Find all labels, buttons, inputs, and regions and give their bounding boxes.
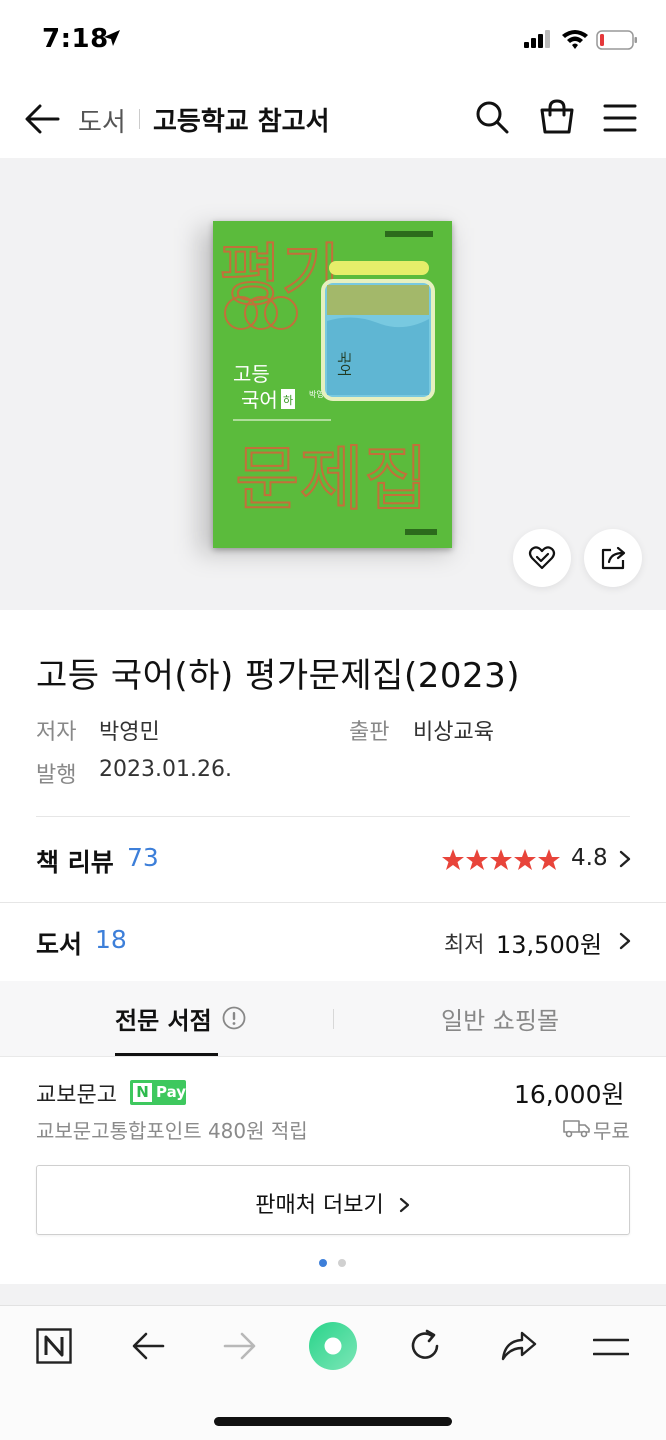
- cover-text-bottom: 문제집: [235, 438, 428, 520]
- star-icon: [442, 849, 464, 870]
- battery-icon: [596, 30, 638, 54]
- reviews-count: 73: [127, 843, 159, 872]
- more-sellers-label: 판매처 더보기: [37, 1187, 629, 1219]
- seller-price: 16,000원: [514, 1080, 625, 1109]
- cover-badge: 하: [283, 393, 293, 407]
- forward-icon[interactable]: [223, 1331, 257, 1365]
- author-label: 저자: [36, 720, 77, 745]
- menu-icon[interactable]: [603, 102, 637, 138]
- cover-subject-2: 국어: [241, 388, 278, 412]
- breadcrumb-divider: [139, 109, 140, 129]
- star-icon: [490, 849, 512, 870]
- cover-subject-1: 고등: [233, 362, 270, 386]
- home-indicator: [214, 1417, 452, 1426]
- date-label: 발행: [36, 763, 77, 788]
- back-arrow-icon[interactable]: [22, 100, 62, 138]
- star-icon: [538, 849, 560, 870]
- refresh-icon[interactable]: [407, 1328, 443, 1368]
- product-title: 고등 국어(하) 평가문제집(2023): [36, 656, 521, 696]
- reviews-label: 책 리뷰: [36, 848, 114, 877]
- product-image-area: 평가 고등 국어 하 박영민 외 국어 문제집: [0, 158, 666, 610]
- breadcrumb-parent[interactable]: 도서: [78, 102, 126, 139]
- info-icon[interactable]: [222, 1006, 246, 1034]
- back-icon[interactable]: [131, 1331, 165, 1365]
- share-icon: [601, 546, 626, 570]
- cellular-signal-icon: [524, 30, 552, 52]
- status-time: 7:18: [42, 24, 109, 54]
- location-arrow-icon: [102, 28, 122, 52]
- naver-home-icon[interactable]: [36, 1328, 72, 1368]
- tab-divider: [333, 1009, 334, 1029]
- divider: [36, 816, 630, 817]
- date-value: 2023.01.26.: [99, 757, 232, 782]
- star-icon: [514, 849, 536, 870]
- more-sellers-text: 판매처 더보기: [255, 1193, 384, 1218]
- star-icon: [466, 849, 488, 870]
- rating-value: 4.8: [571, 845, 608, 871]
- share-button[interactable]: [584, 529, 642, 587]
- npay-label: Pay: [156, 1083, 187, 1101]
- seller-points: 교보문고통합포인트 480원 적립: [36, 1119, 308, 1143]
- share-icon[interactable]: [500, 1330, 538, 1366]
- npay-badge: N Pay: [130, 1080, 186, 1105]
- top-navigation: 도서 고등학교 참고서: [0, 80, 666, 158]
- star-rating: [441, 848, 563, 876]
- book-cover-image[interactable]: 평가 고등 국어 하 박영민 외 국어 문제집: [213, 221, 452, 548]
- breadcrumb-current[interactable]: 고등학교 참고서: [153, 101, 330, 138]
- menu-icon[interactable]: [592, 1336, 630, 1362]
- page-dot[interactable]: [338, 1259, 346, 1267]
- favorite-button[interactable]: [513, 529, 571, 587]
- shopping-bag-icon[interactable]: [538, 98, 576, 140]
- section-spacer: [0, 1284, 666, 1305]
- chevron-right-icon: [399, 1197, 409, 1213]
- wifi-icon: [561, 28, 589, 54]
- cover-spine-label: 국어: [335, 351, 351, 377]
- heart-icon: [528, 546, 556, 570]
- publisher-label: 출판: [349, 720, 390, 745]
- status-bar: 7:18: [0, 0, 666, 80]
- seller-type-tabs: 전문 서점 일반 쇼핑몰: [0, 981, 666, 1057]
- author-value[interactable]: 박영민: [99, 714, 160, 746]
- green-dot-icon[interactable]: [308, 1321, 358, 1375]
- offers-count: 18: [95, 925, 127, 954]
- offers-label: 도서: [36, 930, 83, 959]
- publisher-value[interactable]: 비상교육: [413, 714, 494, 746]
- chevron-right-icon: [619, 850, 631, 872]
- page-dot-active[interactable]: [319, 1259, 327, 1267]
- seller-name: 교보문고: [36, 1083, 117, 1108]
- lowest-price-value: 13,500원: [496, 931, 603, 959]
- chevron-right-icon: [619, 932, 631, 954]
- npay-n-logo: N: [133, 1083, 152, 1102]
- lowest-price-label: 최저: [444, 933, 485, 958]
- delivery-truck-icon: [563, 1118, 591, 1142]
- shipping-fee: 무료: [593, 1119, 630, 1143]
- tab-specialty-bookstore[interactable]: 전문 서점: [115, 1001, 212, 1036]
- divider: [0, 902, 666, 903]
- search-icon[interactable]: [474, 99, 510, 139]
- active-tab-indicator: [115, 1053, 218, 1056]
- tab-general-mall[interactable]: 일반 쇼핑몰: [441, 1001, 559, 1036]
- more-sellers-button[interactable]: 판매처 더보기: [36, 1165, 630, 1235]
